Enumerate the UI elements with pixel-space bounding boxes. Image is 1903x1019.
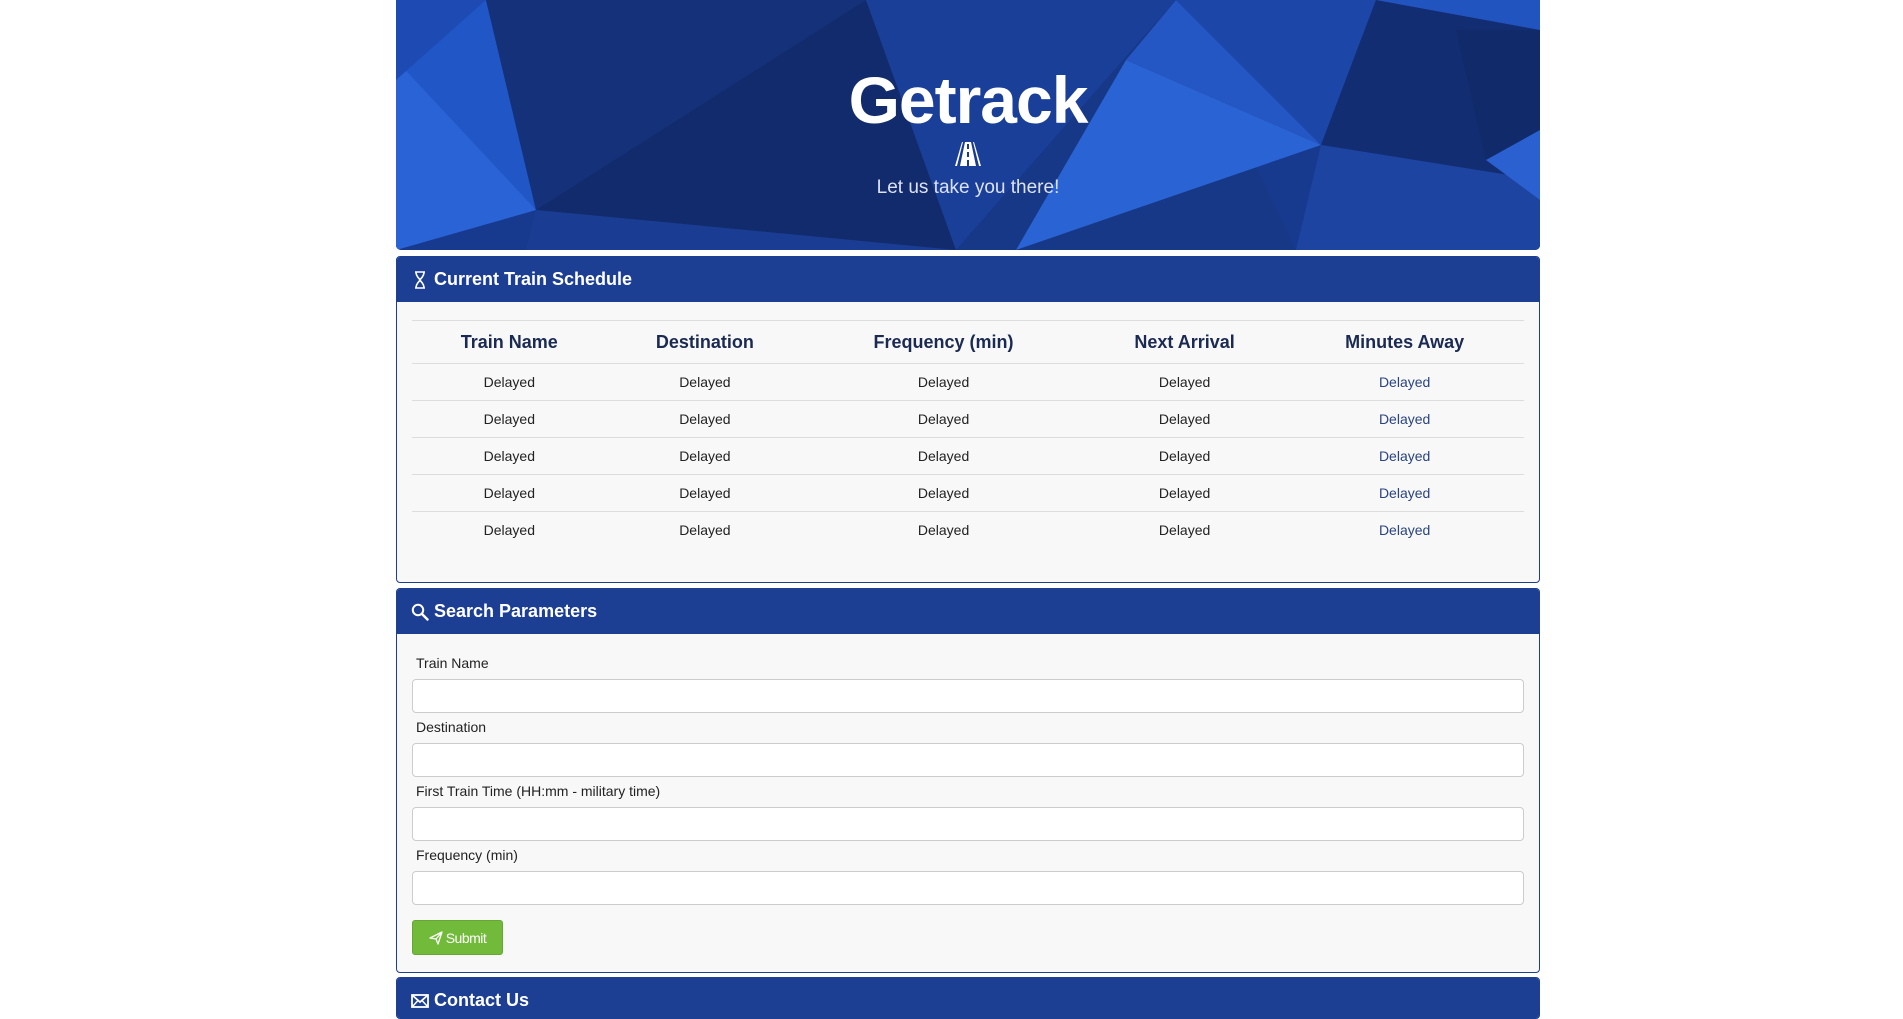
destination-input[interactable] (412, 743, 1524, 777)
table-row: Delayed Delayed Delayed Delayed Delayed (412, 474, 1524, 512)
train-name-label: Train Name (416, 655, 489, 671)
frequency-input[interactable] (412, 871, 1524, 905)
site-title: Getrack (848, 63, 1089, 137)
column-header-minutes-away: Minutes Away (1285, 320, 1524, 364)
table-cell: Delayed (1285, 474, 1524, 512)
page-container: Getrack Let us take you there! Current T… (396, 0, 1540, 1019)
schedule-panel-heading: Current Train Schedule (397, 257, 1539, 302)
hourglass-icon (415, 270, 425, 289)
table-cell: Delayed (1083, 400, 1286, 438)
schedule-panel: Current Train Schedule Train Name Destin… (396, 256, 1540, 583)
train-name-input[interactable] (412, 679, 1524, 713)
table-cell: Delayed (803, 474, 1084, 512)
table-cell: Delayed (412, 363, 607, 401)
form-group-destination: Destination (412, 719, 1524, 777)
site-tagline: Let us take you there! (876, 177, 1060, 198)
table-cell: Delayed (1285, 437, 1524, 475)
table-cell: Delayed (1083, 363, 1286, 401)
form-group-first-train-time: First Train Time (HH:mm - military time) (412, 783, 1524, 841)
table-cell: Delayed (606, 437, 804, 475)
search-panel-title: Search Parameters (434, 601, 598, 621)
column-header-frequency: Frequency (min) (803, 320, 1084, 364)
contact-panel-title: Contact Us (434, 990, 530, 1010)
frequency-label: Frequency (min) (416, 847, 518, 863)
contact-panel: Contact Us (396, 977, 1540, 1019)
table-cell: Delayed (1083, 437, 1286, 475)
table-row: Delayed Delayed Delayed Delayed Delayed (412, 400, 1524, 438)
table-cell: Delayed (483, 522, 535, 538)
table-cell: Delayed (803, 400, 1084, 438)
column-header-train-name: Train Name (412, 320, 607, 364)
hero-banner: Getrack Let us take you there! (396, 0, 1540, 250)
table-cell: Delayed (917, 522, 970, 538)
first-train-time-label: First Train Time (HH:mm - military time) (416, 783, 661, 799)
first-train-time-input[interactable] (412, 807, 1524, 841)
table-cell: Delayed (1285, 363, 1524, 401)
table-cell: Delayed (606, 363, 804, 401)
contact-panel-heading: Contact Us (397, 978, 1539, 1018)
table-cell: Delayed (412, 474, 607, 512)
form-group-train-name: Train Name (412, 655, 1524, 713)
search-icon (411, 603, 429, 621)
schedule-table: Train Name Destination Frequency (min) N… (412, 320, 1524, 548)
table-cell: Delayed (1285, 400, 1524, 438)
column-header-destination: Destination (606, 320, 804, 364)
schedule-panel-title: Current Train Schedule (434, 269, 633, 289)
column-header-next-arrival: Next Arrival (1083, 320, 1286, 364)
table-cell: Delayed (412, 437, 607, 475)
table-row: Delayed Delayed Delayed Delayed Delayed (412, 512, 1524, 549)
table-cell: Delayed (1158, 522, 1211, 538)
submit-button[interactable]: Submit (412, 920, 503, 955)
submit-button-label: Submit (445, 929, 487, 946)
table-row: Delayed Delayed Delayed Delayed Delayed (412, 363, 1524, 401)
table-row: Delayed Delayed Delayed Delayed Delayed (412, 437, 1524, 475)
send-icon (429, 930, 443, 945)
table-cell: Delayed (1083, 474, 1286, 512)
form-group-frequency: Frequency (min) (412, 847, 1524, 905)
table-cell: Delayed (412, 400, 607, 438)
search-form: Train Name Destination First Train Time … (412, 634, 1524, 955)
table-cell: Delayed (803, 363, 1084, 401)
search-panel-heading: Search Parameters (397, 589, 1539, 634)
table-cell: Delayed (679, 522, 731, 538)
table-header-row: Train Name Destination Frequency (min) N… (412, 320, 1524, 364)
envelope-icon (411, 993, 429, 1008)
table-cell: Delayed (803, 437, 1084, 475)
table-cell: Delayed (606, 474, 804, 512)
road-icon (955, 142, 981, 166)
destination-label: Destination (416, 719, 487, 735)
table-cell: Delayed (606, 400, 804, 438)
table-cell: Delayed (1378, 522, 1431, 538)
search-panel: Search Parameters Train Name Destination… (396, 588, 1540, 973)
